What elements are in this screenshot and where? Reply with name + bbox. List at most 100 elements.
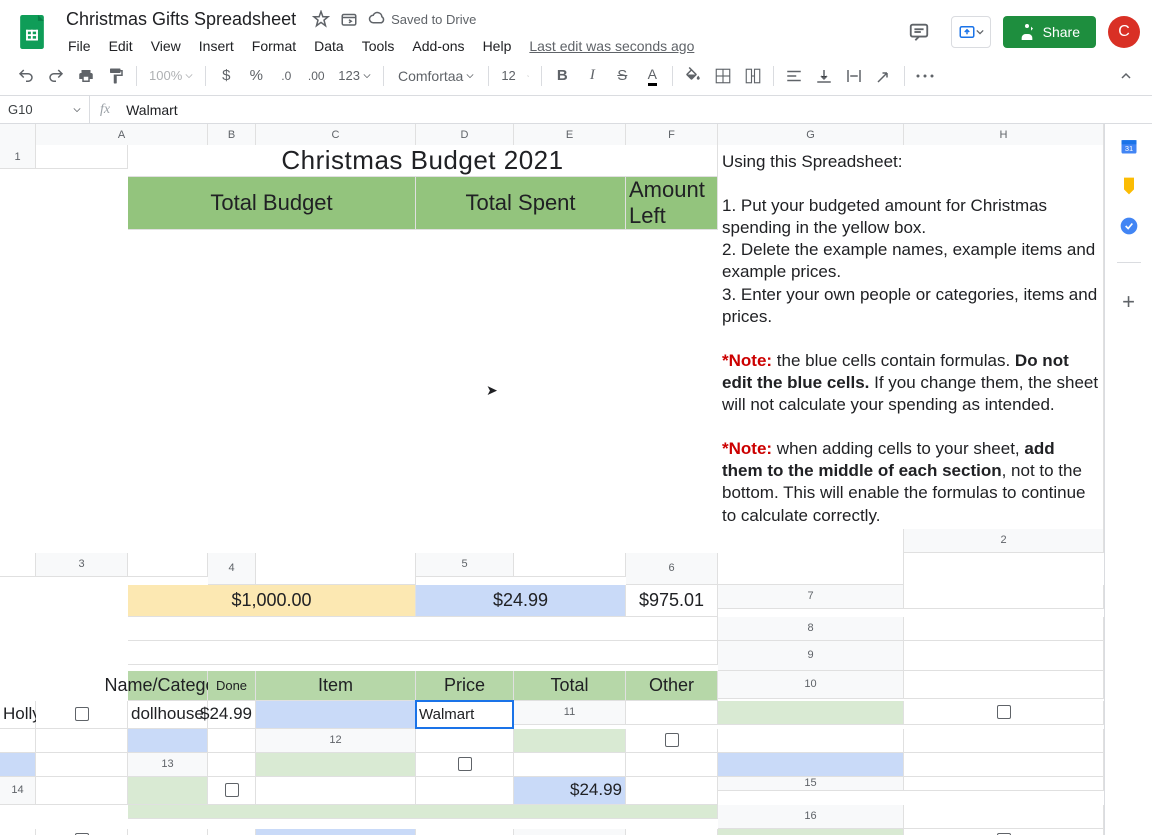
add-icon[interactable]: + (1119, 289, 1139, 309)
cell[interactable] (208, 829, 256, 835)
collapse-toolbar-icon[interactable] (1112, 62, 1140, 90)
strikethrough-icon[interactable]: S (608, 62, 636, 90)
cell[interactable] (626, 753, 718, 777)
th-total[interactable]: Total (514, 671, 626, 701)
col-header-H[interactable]: H (904, 124, 1104, 146)
cell[interactable] (128, 829, 208, 835)
percent-icon[interactable]: % (242, 62, 270, 90)
cell[interactable] (256, 829, 416, 835)
cell[interactable] (208, 729, 256, 753)
budget-value[interactable]: $1,000.00 (128, 585, 416, 617)
cell[interactable] (36, 753, 128, 777)
formula-input[interactable]: Walmart (120, 102, 1152, 118)
cell[interactable] (416, 777, 514, 805)
name-box[interactable]: G10 (0, 96, 90, 123)
fill-color-icon[interactable] (679, 62, 707, 90)
bold-icon[interactable]: B (548, 62, 576, 90)
other-cell-active[interactable]: Walmart (416, 701, 514, 729)
spent-value[interactable]: $24.99 (416, 585, 626, 617)
cell[interactable] (904, 805, 1104, 829)
done-checkbox[interactable] (208, 777, 256, 805)
col-header-C[interactable]: C (256, 124, 416, 146)
separator-row[interactable] (128, 805, 718, 819)
row-header[interactable]: 2 (904, 529, 1104, 553)
cell[interactable] (904, 777, 1104, 791)
menu-edit[interactable]: Edit (101, 34, 141, 58)
cell[interactable] (904, 729, 1104, 753)
row-header[interactable]: 9 (718, 641, 904, 671)
undo-icon[interactable] (12, 62, 40, 90)
share-button[interactable]: Share (1003, 16, 1096, 48)
cell[interactable] (128, 617, 718, 641)
row-header[interactable]: 6 (626, 553, 718, 585)
cell[interactable] (128, 641, 718, 665)
cell[interactable] (904, 585, 1104, 609)
done-checkbox[interactable] (36, 829, 128, 835)
cell[interactable] (128, 729, 208, 753)
done-checkbox[interactable] (626, 729, 718, 753)
cell[interactable] (626, 777, 718, 805)
th-other[interactable]: Other (626, 671, 718, 701)
star-icon[interactable] (312, 10, 330, 28)
cell[interactable] (256, 753, 416, 777)
row-header[interactable]: 12 (256, 729, 416, 753)
row-header[interactable]: 17 (514, 829, 626, 835)
col-header-B[interactable]: B (208, 124, 256, 146)
v-align-icon[interactable] (810, 62, 838, 90)
row-header[interactable]: 16 (718, 805, 904, 829)
cell[interactable] (0, 729, 36, 753)
italic-icon[interactable]: I (578, 62, 606, 90)
sheet-title[interactable] (128, 529, 904, 553)
budget-header[interactable]: Total Budget (128, 177, 416, 230)
cell[interactable] (904, 753, 1104, 777)
left-header[interactable]: Amount Left (626, 177, 718, 230)
row-header[interactable]: 4 (208, 553, 256, 585)
spent-header[interactable]: Total Spent (416, 177, 626, 230)
menu-view[interactable]: View (143, 34, 189, 58)
cell[interactable] (128, 553, 208, 577)
name-cell[interactable]: Holly (0, 701, 36, 729)
select-all-corner[interactable] (0, 124, 36, 146)
row-header[interactable]: 10 (718, 671, 904, 699)
cell[interactable] (904, 641, 1104, 671)
col-header-G[interactable]: G (718, 124, 904, 146)
row-header[interactable]: 7 (718, 585, 904, 609)
cell[interactable] (36, 777, 128, 805)
col-header-A[interactable]: A (36, 124, 208, 146)
number-format-select[interactable]: 123 (332, 68, 377, 83)
cell[interactable] (718, 701, 904, 725)
text-color-icon[interactable]: A (638, 62, 666, 90)
done-checkbox[interactable] (904, 701, 1104, 725)
avatar[interactable]: C (1108, 16, 1140, 48)
cell[interactable] (416, 729, 514, 753)
instructions-cell[interactable]: Using this Spreadsheet: 1. Put your budg… (718, 145, 1104, 529)
row-header[interactable]: 3 (36, 553, 128, 577)
menu-help[interactable]: Help (475, 34, 520, 58)
spreadsheet-grid[interactable]: A B C D E F G H 1 2 Christmas Budget 202… (0, 124, 1104, 835)
cell[interactable] (36, 145, 128, 169)
price-cell[interactable]: $24.99 (208, 701, 256, 729)
font-size-select[interactable]: 12 (495, 68, 535, 83)
document-title[interactable]: Christmas Gifts Spreadsheet (60, 7, 302, 32)
keep-icon[interactable] (1119, 176, 1139, 196)
cell[interactable] (416, 829, 514, 835)
present-button[interactable] (951, 16, 991, 48)
menu-file[interactable]: File (60, 34, 99, 58)
tasks-icon[interactable] (1119, 216, 1139, 236)
col-header-D[interactable]: D (416, 124, 514, 146)
th-price[interactable]: Price (416, 671, 514, 701)
row-header[interactable]: 5 (416, 553, 514, 577)
row-header[interactable]: 14 (0, 777, 36, 805)
wrap-icon[interactable] (840, 62, 868, 90)
cell[interactable] (514, 729, 626, 753)
last-edit-link[interactable]: Last edit was seconds ago (529, 38, 694, 54)
left-value[interactable]: $975.01 (626, 585, 718, 617)
th-item[interactable]: Item (256, 671, 416, 701)
cell[interactable] (718, 553, 904, 585)
menu-insert[interactable]: Insert (191, 34, 242, 58)
col-header-E[interactable]: E (514, 124, 626, 146)
done-checkbox[interactable] (416, 753, 514, 777)
subtotal-cell[interactable]: $24.99 (514, 777, 626, 805)
cell[interactable] (0, 753, 36, 777)
cell[interactable] (208, 753, 256, 777)
